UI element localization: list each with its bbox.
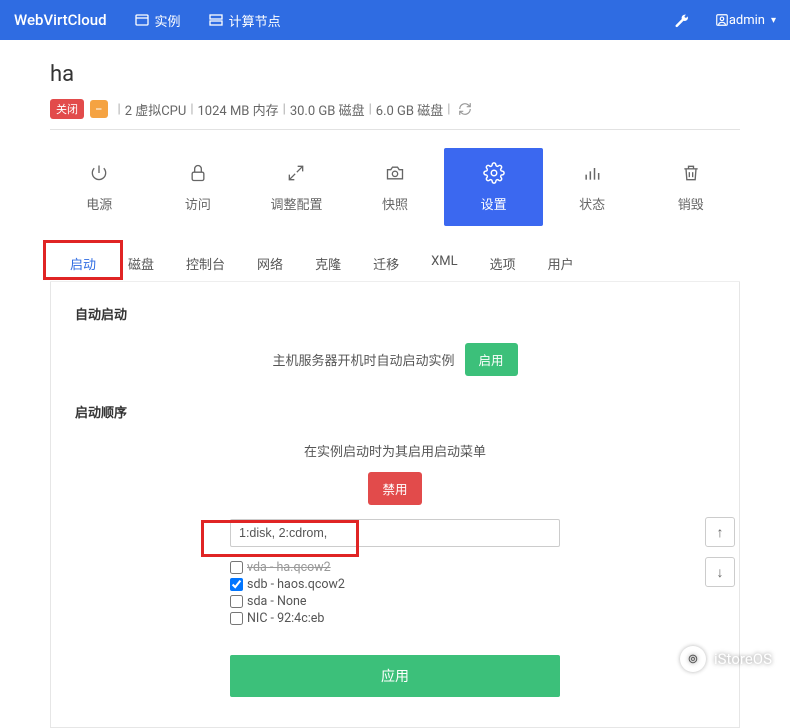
nav-compute-label: 计算节点 bbox=[229, 11, 281, 30]
tab-access-label: 访问 bbox=[185, 194, 211, 213]
boot-option[interactable]: sdb - haos.qcow2 bbox=[230, 576, 560, 593]
divider bbox=[50, 129, 740, 130]
boot-option-label: NIC - 92:4c:eb bbox=[247, 611, 324, 626]
tab-snapshot[interactable]: 快照 bbox=[346, 148, 445, 226]
tab-settings[interactable]: 设置 bbox=[444, 148, 543, 226]
trash-icon bbox=[680, 162, 702, 184]
top-navbar: WebVirtCloud 实例 计算节点 admin ▾ bbox=[0, 0, 790, 40]
apply-button[interactable]: 应用 bbox=[230, 655, 560, 697]
status-badge: 关闭 bbox=[50, 99, 84, 119]
boot-option-label: sda - None bbox=[247, 594, 307, 609]
boot-option[interactable]: sda - None bbox=[230, 593, 560, 610]
subtab-console[interactable]: 控制台 bbox=[170, 246, 241, 281]
lock-icon bbox=[187, 162, 209, 184]
autostart-title: 自动启动 bbox=[75, 304, 715, 323]
power-icon bbox=[88, 162, 110, 184]
settings-panel: 自动启动 主机服务器开机时自动启动实例 启用 启动顺序 在实例启动时为其启用启动… bbox=[50, 282, 740, 728]
window-icon bbox=[135, 13, 149, 27]
user-icon bbox=[715, 13, 729, 27]
watermark: ⊚ iStoreOS bbox=[680, 646, 772, 672]
nav-compute[interactable]: 计算节点 bbox=[209, 11, 281, 30]
subtab-boot[interactable]: 启动 bbox=[54, 246, 112, 281]
camera-icon bbox=[384, 162, 406, 184]
subtab-disk[interactable]: 磁盘 bbox=[112, 246, 170, 281]
server-icon bbox=[209, 13, 223, 27]
subtab-xml[interactable]: XML bbox=[415, 246, 474, 281]
tab-status[interactable]: 状态 bbox=[543, 148, 642, 226]
bootorder-desc: 在实例启动时为其启用启动菜单 bbox=[304, 441, 486, 460]
bootorder-area: 在实例启动时为其启用启动菜单 禁用 vda - ha.qcow2 sdb - ha… bbox=[75, 441, 715, 697]
bars-icon bbox=[581, 162, 603, 184]
boot-option-list: vda - ha.qcow2 sdb - haos.qcow2 sda - None… bbox=[230, 559, 560, 627]
enable-button[interactable]: 启用 bbox=[465, 343, 518, 376]
subtab-migrate[interactable]: 迁移 bbox=[357, 246, 415, 281]
disable-button[interactable]: 禁用 bbox=[368, 472, 421, 505]
user-label: admin bbox=[729, 13, 765, 28]
autostart-desc: 主机服务器开机时自动启动实例 bbox=[272, 350, 454, 369]
tab-power[interactable]: 电源 bbox=[50, 148, 149, 226]
tab-resize[interactable]: 调整配置 bbox=[247, 148, 346, 226]
sync-icon[interactable] bbox=[458, 102, 472, 116]
user-menu[interactable]: admin ▾ bbox=[715, 13, 776, 28]
bootorder-input-row bbox=[230, 519, 560, 547]
tab-resize-label: 调整配置 bbox=[270, 194, 322, 213]
wrench-icon[interactable] bbox=[674, 13, 689, 28]
tab-destroy[interactable]: 销毁 bbox=[641, 148, 740, 226]
status-badge-2: ⎯ bbox=[90, 100, 108, 118]
instance-title: ha bbox=[50, 62, 740, 87]
boot-option-checkbox[interactable] bbox=[230, 595, 243, 608]
boot-option[interactable]: NIC - 92:4c:eb bbox=[230, 610, 560, 627]
subtab-clone[interactable]: 克隆 bbox=[299, 246, 357, 281]
tab-status-label: 状态 bbox=[579, 194, 605, 213]
disk2-text: 6.0 GB 磁盘 bbox=[376, 100, 443, 119]
subtab-network[interactable]: 网络 bbox=[241, 246, 299, 281]
tab-settings-label: 设置 bbox=[481, 194, 507, 213]
move-up-button[interactable]: ↑ bbox=[705, 517, 735, 547]
gear-icon bbox=[483, 162, 505, 184]
expand-icon bbox=[285, 162, 307, 184]
page-body: ha 关闭 ⎯ | 2 虚拟CPU | 1024 MB 内存 | 30.0 GB… bbox=[0, 40, 790, 728]
tab-access[interactable]: 访问 bbox=[149, 148, 248, 226]
reorder-buttons: ↑ ↓ bbox=[705, 517, 735, 587]
nav-instances[interactable]: 实例 bbox=[135, 11, 181, 30]
boot-option-checkbox[interactable] bbox=[230, 612, 243, 625]
boot-option-label: vda - ha.qcow2 bbox=[247, 560, 331, 575]
subtab-options[interactable]: 选项 bbox=[474, 246, 532, 281]
tab-snapshot-label: 快照 bbox=[382, 194, 408, 213]
autostart-row: 主机服务器开机时自动启动实例 启用 bbox=[75, 343, 715, 376]
tab-destroy-label: 销毁 bbox=[678, 194, 704, 213]
boot-option-checkbox[interactable] bbox=[230, 561, 243, 574]
watermark-text: iStoreOS bbox=[714, 650, 772, 668]
caret-down-icon: ▾ bbox=[771, 15, 776, 26]
action-tabs: 电源 访问 调整配置 快照 设置 状态 销毁 bbox=[50, 148, 740, 226]
sub-tabs: 启动 磁盘 控制台 网络 克隆 迁移 XML 选项 用户 bbox=[50, 246, 740, 282]
brand[interactable]: WebVirtCloud bbox=[14, 11, 107, 29]
bootorder-input[interactable] bbox=[230, 519, 560, 547]
wechat-icon: ⊚ bbox=[680, 646, 706, 672]
boot-option-checkbox[interactable] bbox=[230, 578, 243, 591]
move-down-button[interactable]: ↓ bbox=[705, 557, 735, 587]
nav-instances-label: 实例 bbox=[155, 11, 181, 30]
subtab-users[interactable]: 用户 bbox=[532, 246, 590, 281]
bootorder-title: 启动顺序 bbox=[75, 402, 715, 421]
disk1-text: 30.0 GB 磁盘 bbox=[290, 100, 365, 119]
tab-power-label: 电源 bbox=[86, 194, 112, 213]
boot-option[interactable]: vda - ha.qcow2 bbox=[230, 559, 560, 576]
boot-option-label: sdb - haos.qcow2 bbox=[247, 577, 345, 592]
vcpu-text: 2 虚拟CPU bbox=[125, 100, 187, 119]
mem-text: 1024 MB 内存 bbox=[198, 100, 279, 119]
instance-summary: 关闭 ⎯ | 2 虚拟CPU | 1024 MB 内存 | 30.0 GB 磁盘… bbox=[50, 99, 740, 119]
